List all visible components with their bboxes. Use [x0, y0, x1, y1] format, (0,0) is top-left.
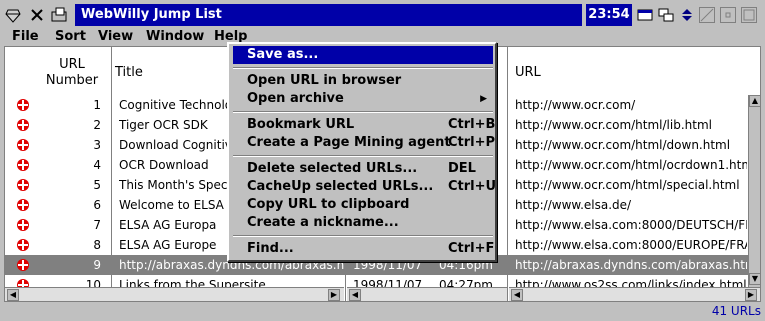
menu-item-save-as[interactable]: Save as...: [233, 46, 493, 64]
row-number: 8: [93, 238, 101, 252]
scroll-left-arrow-icon[interactable]: ◀: [7, 289, 19, 301]
scroll-left-arrow-icon[interactable]: ◀: [511, 289, 523, 301]
window-title: WebWilly Jump List: [75, 4, 582, 26]
row-url: http://www.ocr.com/: [515, 98, 636, 112]
menu-separator: [233, 155, 493, 157]
red-cross-icon: [17, 199, 29, 211]
hide-button[interactable]: [699, 7, 715, 23]
window-list-icon[interactable]: [636, 6, 654, 24]
row-number: 3: [93, 138, 101, 152]
row-url: http://www.ocr.com/html/special.html: [515, 178, 740, 192]
url-count: 41 URLs: [711, 304, 761, 318]
column-header-url-number[interactable]: URL Number: [39, 47, 105, 95]
menu-separator: [233, 111, 493, 113]
menu-item-bookmark-url[interactable]: Bookmark URL Ctrl+B: [233, 116, 495, 134]
column-header-url[interactable]: URL: [515, 47, 755, 95]
scroll-right-arrow-icon[interactable]: ▶: [328, 289, 340, 301]
status-bar: 41 URLs: [0, 302, 765, 321]
row-url: http://www.elsa.com:8000/DEUTSCH/FR: [515, 218, 747, 232]
menu-file[interactable]: File: [12, 28, 39, 46]
red-cross-icon: [17, 119, 29, 131]
menu-separator: [233, 235, 493, 237]
row-number: 4: [93, 158, 101, 172]
red-cross-icon: [17, 219, 29, 231]
row-number: 7: [93, 218, 101, 232]
row-number: 2: [93, 118, 101, 132]
row-url: http://www.ocr.com/html/ocrdown1.html: [515, 158, 747, 172]
row-number: 9: [93, 258, 101, 272]
horizontal-scrollbar[interactable]: ◀ ▶: [5, 287, 344, 301]
red-cross-icon: [17, 179, 29, 191]
app-icon[interactable]: [4, 6, 22, 24]
menu-item-find[interactable]: Find... Ctrl+F: [233, 240, 494, 258]
red-cross-icon: [17, 139, 29, 151]
scroll-down-arrow-icon[interactable]: ▼: [749, 273, 760, 285]
maximize-button[interactable]: [741, 7, 757, 23]
row-number: 5: [93, 178, 101, 192]
clock: 23:54: [586, 4, 632, 26]
row-url: http://abraxas.dyndns.com/abraxas.htm: [515, 258, 747, 272]
submenu-arrow-icon: ▶: [480, 94, 487, 104]
minimize-button[interactable]: [720, 7, 736, 23]
row-number: 6: [93, 198, 101, 212]
cascade-icon[interactable]: [657, 6, 675, 24]
scroll-right-arrow-icon[interactable]: ▶: [745, 289, 757, 301]
horizontal-scrollbar[interactable]: ◀: [347, 287, 507, 301]
menu-item-delete[interactable]: Delete selected URLs... DEL: [233, 160, 493, 178]
red-cross-icon: [17, 259, 29, 271]
vertical-scrollbar[interactable]: ▲ ▼: [748, 95, 760, 287]
menu-view[interactable]: View: [98, 28, 133, 46]
menu-item-copy-url[interactable]: Copy URL to clipboard: [233, 196, 493, 214]
row-url: http://www.ocr.com/html/lib.html: [515, 118, 712, 132]
menu-item-open-archive[interactable]: Open archive ▶: [233, 90, 493, 108]
row-url: http://www.elsa.com:8000/EUROPE/FRA: [515, 238, 747, 252]
folder-icon[interactable]: [50, 6, 68, 24]
scroll-up-arrow-icon[interactable]: ▲: [749, 95, 760, 107]
menu-separator: [233, 67, 493, 69]
menu-item-cacheup[interactable]: CacheUp selected URLs... Ctrl+U: [233, 178, 496, 196]
horizontal-scrollbar[interactable]: ◀ ▶: [509, 287, 760, 301]
menu-window[interactable]: Window: [146, 28, 204, 46]
row-url: http://www.elsa.de/: [515, 198, 632, 212]
row-url: http://www.ocr.com/html/down.html: [515, 138, 731, 152]
context-menu: Save as... Open URL in browser Open arch…: [227, 42, 497, 262]
menu-item-open-url[interactable]: Open URL in browser: [233, 72, 493, 90]
row-number: 1: [93, 98, 101, 112]
menu-sort[interactable]: Sort: [55, 28, 86, 46]
sort-arrows-icon[interactable]: [678, 6, 696, 24]
red-cross-icon: [17, 99, 29, 111]
red-cross-icon: [17, 159, 29, 171]
red-cross-icon: [17, 239, 29, 251]
menu-item-nickname[interactable]: Create a nickname...: [233, 214, 493, 232]
close-icon[interactable]: [28, 6, 46, 24]
title-bar: WebWilly Jump List 23:54: [0, 0, 765, 30]
scroll-left-arrow-icon[interactable]: ◀: [349, 289, 361, 301]
menu-item-page-mining[interactable]: Create a Page Mining agent Ctrl+P: [233, 134, 495, 152]
